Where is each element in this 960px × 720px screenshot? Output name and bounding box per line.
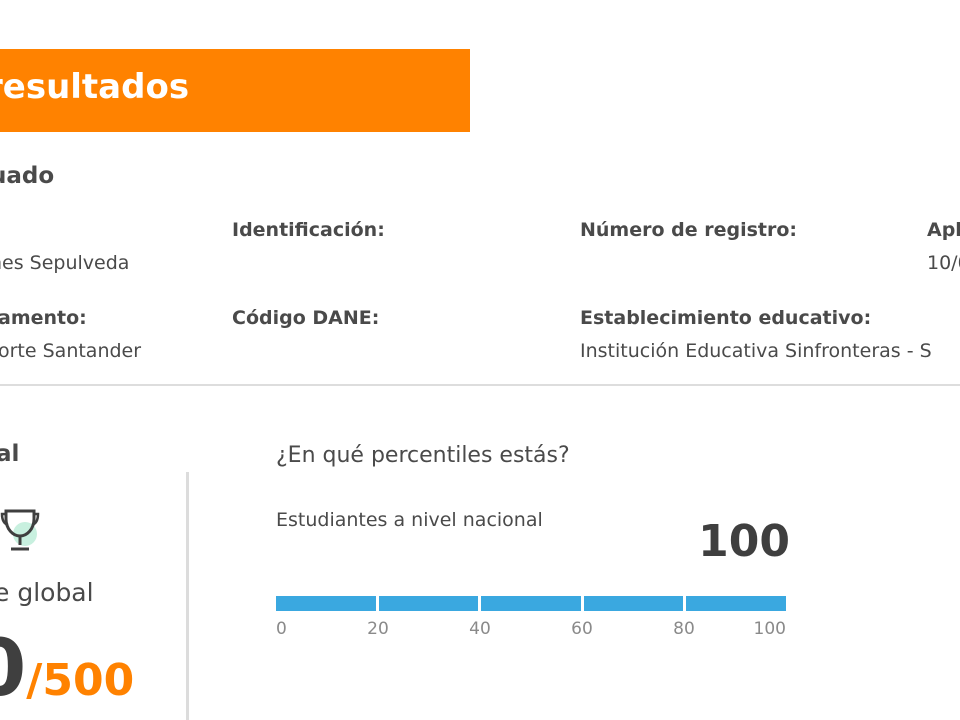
registration-label: Número de registro: <box>580 219 798 241</box>
results-page: resultados uado nes Sepulveda Identifica… <box>0 0 960 720</box>
page-title: resultados <box>0 67 190 107</box>
evaluated-section-title: uado <box>0 163 55 189</box>
student-name: nes Sepulveda <box>0 252 130 274</box>
identification-label: Identificación: <box>232 219 385 241</box>
application-value: 10/0 <box>927 252 960 274</box>
section-divider <box>0 384 960 386</box>
department-label: amento: <box>0 307 87 329</box>
column-divider <box>186 472 189 720</box>
percentile-tick: 100 <box>753 619 786 639</box>
percentile-bar <box>276 596 786 611</box>
results-banner: resultados <box>0 49 470 132</box>
institution-label: Establecimiento educativo: <box>580 307 872 329</box>
application-label: Apl <box>927 219 960 241</box>
percentile-tick: 80 <box>673 619 695 639</box>
percentile-tick: 0 <box>276 619 287 639</box>
department-value: orte Santander <box>0 340 142 362</box>
trophy-icon <box>0 509 40 551</box>
percentile-bar-segment <box>481 596 581 611</box>
global-score: 0/500 <box>0 630 134 708</box>
percentile-tick: 60 <box>571 619 593 639</box>
global-score-max: /500 <box>26 655 135 706</box>
global-score-value: 0 <box>0 624 26 714</box>
percentile-bar-segment <box>276 596 376 611</box>
global-section-title: al <box>0 441 20 467</box>
percentile-group-label: Estudiantes a nivel nacional <box>276 509 543 531</box>
percentile-bar-segment <box>378 596 479 611</box>
percentile-axis: 0 20 40 60 80 100 <box>276 619 786 643</box>
percentile-tick: 20 <box>367 619 389 639</box>
institution-value: Institución Educativa Sinfronteras - S <box>580 340 932 362</box>
percentile-bar-segment <box>583 596 684 611</box>
dane-code-label: Código DANE: <box>232 307 380 329</box>
global-score-caption: e global <box>0 578 94 607</box>
percentile-value: 100 <box>698 516 790 567</box>
percentile-tick: 40 <box>469 619 491 639</box>
percentile-bar-segment <box>686 596 786 611</box>
percentile-question: ¿En qué percentiles estás? <box>276 443 570 468</box>
